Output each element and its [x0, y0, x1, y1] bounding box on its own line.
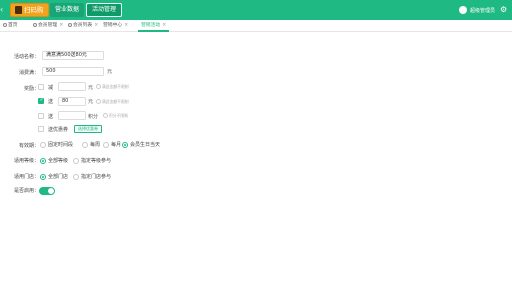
option-label: 指定门店参与 [81, 174, 112, 180]
tab-label: 会员列表 [73, 23, 93, 28]
reward-reduce-input[interactable] [58, 82, 86, 91]
radio-icon [73, 157, 79, 164]
validity-option-monthly[interactable]: 每月 [103, 141, 121, 148]
tab-label: 营销活动 [141, 23, 161, 28]
reward-give-cash-checkbox[interactable] [38, 97, 44, 104]
home-icon [3, 22, 7, 27]
reward-give-cash-input[interactable]: 80 [58, 97, 86, 106]
user-avatar-icon [459, 6, 467, 14]
level-option-specified[interactable]: 指定等级参与 [73, 157, 111, 164]
option-label: 会员生日当天 [130, 142, 161, 148]
reward-reduce-checkbox[interactable] [38, 84, 44, 90]
tab-marketing-center[interactable]: 营销中心 × [103, 20, 128, 32]
threshold-input[interactable]: 500 [42, 67, 104, 76]
tab-marketing-activity[interactable]: 营销活动 × [138, 20, 170, 32]
close-icon[interactable]: × [94, 23, 98, 28]
radio-icon [103, 141, 109, 148]
option-label: 每周 [90, 142, 101, 148]
validity-option-weekly[interactable]: 每周 [82, 141, 100, 148]
reward-reduce-unit: 元 [88, 85, 94, 91]
radio-icon [40, 141, 46, 148]
radio-selected-icon [40, 157, 46, 164]
reward-give-cash-label: 送 [48, 99, 54, 105]
back-arrow-icon[interactable]: ‹ [0, 5, 6, 15]
hint-text: 满此金额不限制 [102, 83, 129, 89]
enable-toggle[interactable] [39, 187, 55, 195]
option-label: 全部门店 [48, 174, 69, 180]
select-coupon-button[interactable]: 选择优惠券 [74, 125, 102, 133]
tab-member-management[interactable]: 会员管理 × [33, 20, 63, 32]
radio-selected-icon [122, 141, 128, 148]
option-label: 指定等级参与 [81, 158, 112, 164]
brand-logo[interactable]: 扫码购 [10, 3, 49, 17]
reward-give-cash-limit-option[interactable]: 满此金额不限制 [96, 98, 129, 105]
close-icon[interactable]: × [124, 23, 128, 28]
reward-give-points-checkbox[interactable] [38, 113, 44, 119]
reward-give-points-label: 送 [48, 114, 54, 120]
tab-label: 营销中心 [103, 23, 123, 28]
validity-label: 有效期： [18, 143, 39, 149]
close-icon[interactable]: × [162, 23, 166, 28]
member-icon [33, 22, 37, 27]
tab-member-list[interactable]: 会员列表 × [68, 20, 98, 32]
user-menu[interactable]: 超级管理员 [459, 4, 495, 16]
store-label: 适用门店： [13, 174, 39, 180]
radio-icon [82, 141, 88, 148]
close-icon[interactable]: × [59, 23, 63, 28]
radio-icon [103, 113, 108, 118]
reward-coupon-label: 送优惠券 [48, 127, 69, 133]
level-option-all[interactable]: 全部等级 [40, 157, 68, 164]
reward-label: 奖励： [23, 86, 39, 92]
brand-logo-icon [15, 6, 22, 14]
member-level-label: 适用等级： [13, 158, 39, 164]
reward-give-points-input[interactable] [58, 111, 86, 120]
option-label: 全部等级 [48, 158, 69, 164]
tab-label: 首页 [8, 23, 18, 28]
radio-icon [73, 173, 79, 180]
reward-give-cash-unit: 元 [88, 99, 94, 105]
radio-icon [96, 84, 101, 89]
radio-selected-icon [40, 173, 46, 180]
option-label: 固定时间段 [48, 142, 74, 148]
threshold-label: 消费满： [18, 70, 39, 76]
reward-coupon-checkbox[interactable] [38, 126, 44, 132]
user-name: 超级管理员 [470, 7, 496, 14]
tab-label: 会员管理 [38, 23, 58, 28]
threshold-unit: 元 [107, 69, 113, 75]
brand-label: 扫码购 [24, 6, 44, 14]
reward-give-points-unit: 积分 [88, 114, 99, 120]
activity-name-label: 活动名称： [13, 54, 39, 60]
nav-button-activity-management[interactable]: 活动管理 [86, 3, 123, 17]
reward-reduce-label: 减 [48, 85, 54, 91]
nav-button-business-data[interactable]: 营业数据 [50, 3, 85, 17]
reward-give-points-limit-option[interactable]: 积分不限制 [103, 112, 128, 119]
member-icon [68, 22, 72, 27]
store-option-specified[interactable]: 指定门店参与 [73, 173, 111, 180]
option-label: 每月 [111, 142, 122, 148]
settings-gear-icon[interactable]: ⚙ [500, 5, 508, 15]
hint-text: 积分不限制 [109, 112, 128, 118]
top-navigation-bar: ‹ 扫码购 营业数据 活动管理 超级管理员 ⚙ [0, 0, 512, 20]
activity-name-input[interactable]: 满意满500送80元 [42, 51, 104, 60]
tab-home[interactable]: 首页 [3, 20, 18, 32]
radio-icon [96, 99, 101, 104]
tab-strip: 首页 会员管理 × 会员列表 × 营销中心 × 营销活动 × [0, 20, 512, 32]
reward-reduce-limit-option[interactable]: 满此金额不限制 [96, 83, 129, 90]
enable-label: 是否启用： [13, 188, 39, 194]
store-option-all[interactable]: 全部门店 [40, 173, 68, 180]
validity-option-birthday[interactable]: 会员生日当天 [122, 141, 160, 148]
hint-text: 满此金额不限制 [102, 98, 129, 104]
validity-option-fixed[interactable]: 固定时间段 [40, 141, 73, 148]
